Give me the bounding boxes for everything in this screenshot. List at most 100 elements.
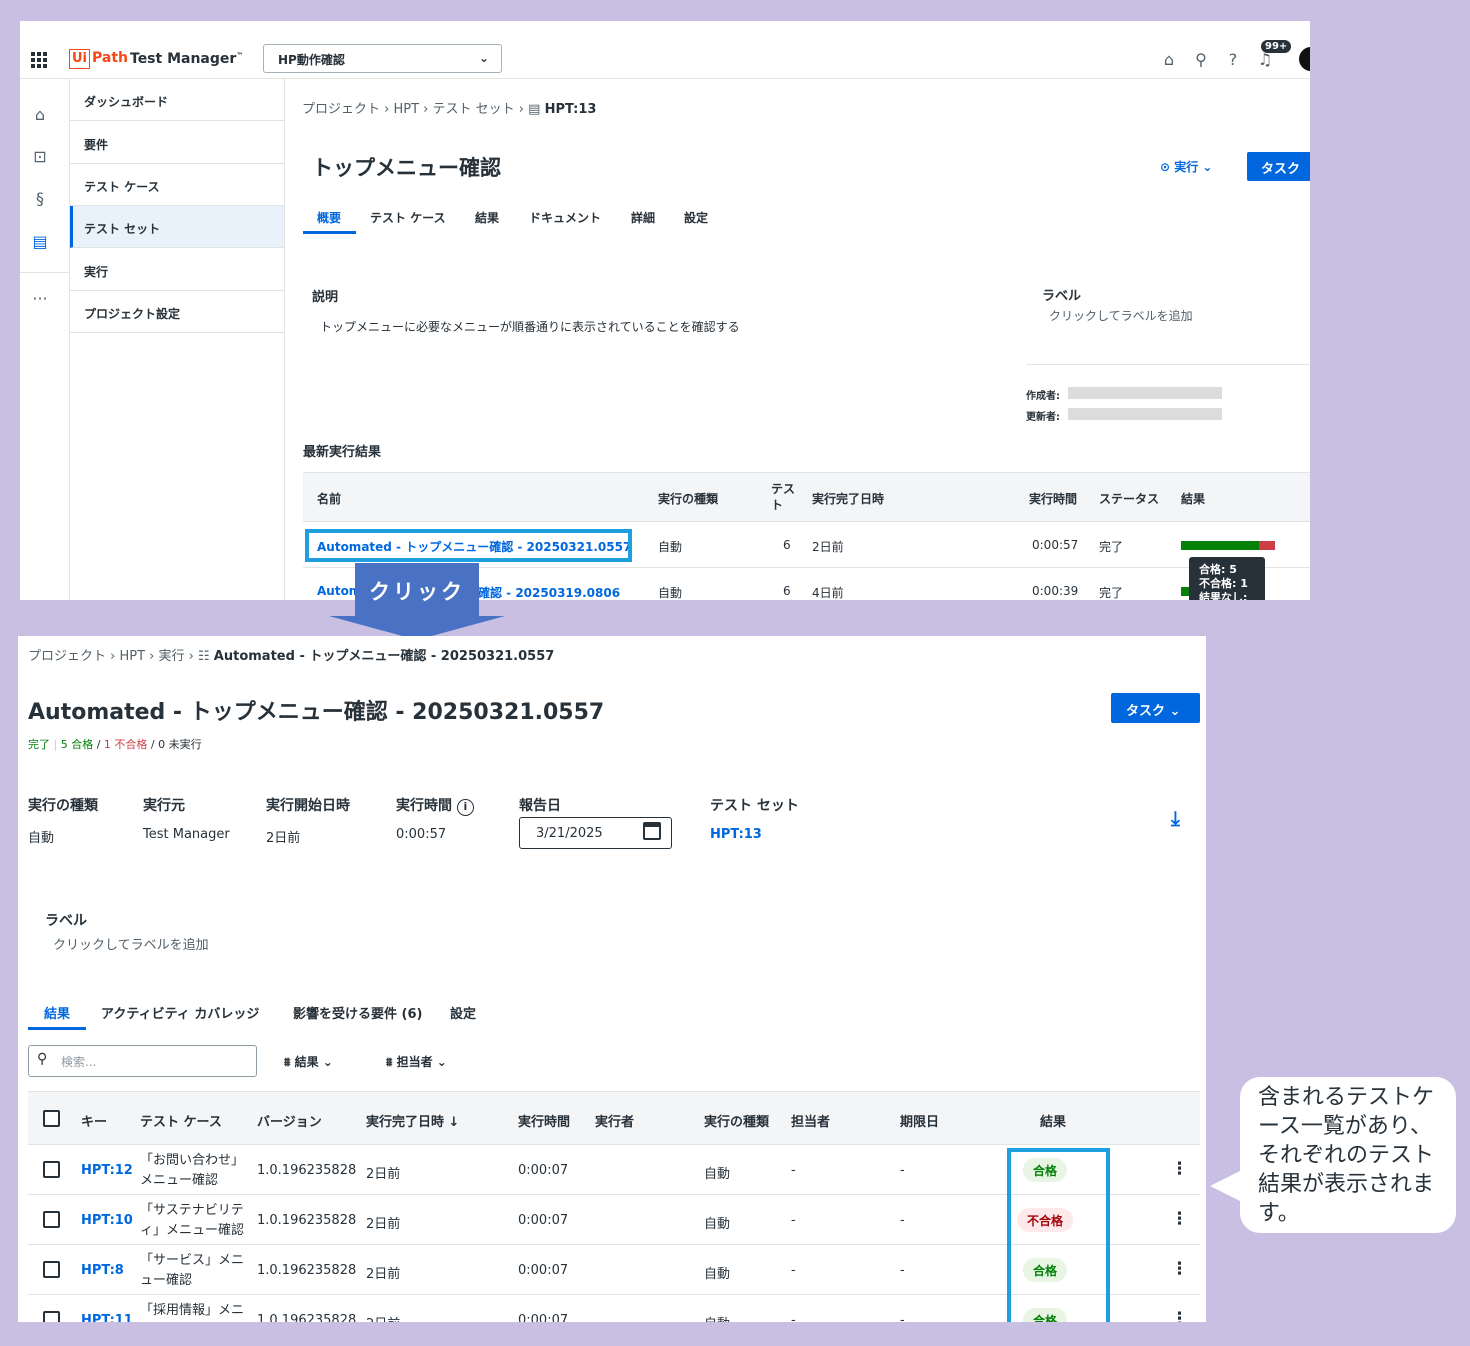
result-bar[interactable] — [1181, 541, 1275, 550]
app-launcher-icon[interactable] — [31, 52, 47, 68]
status-pass: 5 合格 — [60, 738, 94, 751]
breadcrumb-hpt[interactable]: HPT — [119, 649, 145, 664]
robot-icon[interactable]: ⊡ — [29, 146, 51, 168]
tab-settings[interactable]: 設定 — [684, 209, 708, 226]
search-icon[interactable]: ⚲ — [1191, 50, 1211, 70]
col-version[interactable]: バージョン — [257, 1111, 322, 1130]
sidebar-item-runs[interactable]: 実行 — [70, 249, 284, 291]
test-key-link[interactable]: HPT:12 — [81, 1163, 133, 1178]
col-finished[interactable]: 実行完了日時 ↓ — [366, 1111, 459, 1130]
tab-settings[interactable]: 設定 — [450, 1003, 476, 1022]
tab-activity-coverage[interactable]: アクティビティ カバレッジ — [101, 1003, 259, 1022]
kind: 自動 — [704, 1313, 730, 1322]
col-executor[interactable]: 実行者 — [595, 1111, 634, 1130]
col-kind[interactable]: 実行の種類 — [704, 1111, 769, 1130]
task-button[interactable]: タスク ⌄ — [1111, 693, 1200, 723]
col-status[interactable]: ステータス — [1099, 490, 1159, 507]
test-key-link[interactable]: HPT:11 — [81, 1313, 133, 1322]
duration: 0:00:07 — [518, 1163, 569, 1178]
row-checkbox[interactable] — [43, 1311, 60, 1322]
sidebar-item-test-cases[interactable]: テスト ケース — [70, 164, 284, 206]
version: 1.0.196235828 — [257, 1313, 357, 1322]
bell-icon[interactable]: ♫ — [1255, 50, 1275, 70]
col-tests[interactable]: テスト — [771, 481, 797, 513]
col-finished[interactable]: 実行完了日時 — [812, 490, 884, 507]
assignee: - — [791, 1263, 796, 1278]
tab-test-cases[interactable]: テスト ケース — [370, 209, 446, 226]
test-manager-icon[interactable]: ▤ — [29, 231, 51, 253]
rail-divider — [20, 272, 69, 273]
tooltip-fail: 不合格: 1 — [1199, 577, 1248, 590]
search-input[interactable]: ⚲ 検索... — [28, 1045, 257, 1077]
col-key[interactable]: キー — [81, 1111, 107, 1130]
run-name-link-tail[interactable]: -確認 - 20250319.0806 — [473, 584, 620, 600]
testset-link[interactable]: HPT:13 — [710, 827, 762, 842]
tab-results[interactable]: 結果 — [44, 1003, 70, 1022]
col-due[interactable]: 期限日 — [900, 1111, 939, 1130]
more-icon[interactable]: ··· — [29, 288, 51, 310]
sidebar-item-requirements[interactable]: 要件 — [70, 122, 284, 164]
col-duration[interactable]: 実行時間 — [1029, 490, 1077, 507]
row-menu-icon[interactable]: ⋮ — [1171, 1209, 1188, 1229]
col-name[interactable]: 名前 — [317, 490, 341, 507]
tab-results[interactable]: 結果 — [475, 209, 499, 226]
breadcrumb-hpt[interactable]: HPT — [393, 102, 419, 117]
project-select[interactable]: HP動作確認 ⌄ — [263, 44, 502, 73]
sidebar-item-dashboard[interactable]: ダッシュボード — [70, 79, 284, 121]
row-menu-icon[interactable]: ⋮ — [1171, 1309, 1188, 1322]
add-label-link[interactable]: クリックしてラベルを追加 — [53, 934, 209, 953]
due-date: - — [900, 1213, 905, 1228]
status-not-run: 0 未実行 — [158, 738, 202, 751]
table-header: 名前 実行の種類 テスト 実行完了日時 実行時間 ステータス 結果 — [303, 472, 1310, 522]
col-kind[interactable]: 実行の種類 — [658, 490, 718, 507]
report-date-field[interactable]: 3/21/2025 — [519, 817, 672, 849]
breadcrumb-current: HPT:13 — [544, 102, 597, 117]
calendar-icon[interactable] — [643, 822, 661, 840]
select-all-checkbox[interactable] — [43, 1110, 60, 1127]
tab-documents[interactable]: ドキュメント — [529, 209, 601, 226]
col-assignee[interactable]: 担当者 — [791, 1111, 830, 1130]
finished: 2日前 — [366, 1217, 401, 1232]
row-checkbox[interactable] — [43, 1161, 60, 1178]
tab-affected-requirements[interactable]: 影響を受ける要件 (6) — [293, 1003, 422, 1022]
col-duration[interactable]: 実行時間 — [518, 1111, 570, 1130]
run-status: 完了 — [1099, 586, 1124, 600]
tab-overview[interactable]: 概要 — [317, 209, 341, 226]
result-bar[interactable] — [1181, 587, 1189, 596]
orchestrator-icon[interactable]: § — [29, 188, 51, 210]
test-key-link[interactable]: HPT:10 — [81, 1213, 133, 1228]
breadcrumb-runs[interactable]: 実行 — [159, 649, 185, 664]
breadcrumb-project[interactable]: プロジェクト — [302, 102, 380, 117]
sidebar-item-test-sets[interactable]: テスト セット — [70, 206, 284, 248]
highlight-box — [305, 529, 632, 562]
assignee: - — [791, 1163, 796, 1178]
kind-label: 実行の種類 — [28, 798, 98, 814]
filter-assignee-button[interactable]: ⩩ 担当者 ⌄ — [386, 1053, 447, 1070]
row-menu-icon[interactable]: ⋮ — [1171, 1159, 1188, 1179]
row-checkbox[interactable] — [43, 1261, 60, 1278]
test-key-link[interactable]: HPT:8 — [81, 1263, 124, 1278]
info-icon[interactable]: i — [456, 799, 474, 816]
assignee: - — [791, 1313, 796, 1322]
breadcrumb-project[interactable]: プロジェクト — [28, 649, 106, 664]
col-test-case[interactable]: テスト ケース — [140, 1111, 222, 1130]
add-label-link[interactable]: クリックしてラベルを追加 — [1049, 307, 1193, 324]
avatar[interactable] — [1299, 47, 1310, 71]
filter-result-button[interactable]: ⩩ 結果 ⌄ — [284, 1053, 333, 1070]
sidebar-item-project-settings[interactable]: プロジェクト設定 — [70, 291, 284, 333]
col-result[interactable]: 結果 — [1040, 1111, 1066, 1130]
run-button[interactable]: ⊙ 実行 ⌄ — [1160, 158, 1212, 175]
breadcrumb-test-sets[interactable]: テスト セット — [433, 102, 515, 117]
tab-details[interactable]: 詳細 — [631, 209, 655, 226]
row-checkbox[interactable] — [43, 1211, 60, 1228]
due-date: - — [900, 1163, 905, 1178]
home-icon[interactable]: ⌂ — [29, 104, 51, 126]
page-title: Automated - トップメニュー確認 - 20250321.0557 — [28, 700, 605, 725]
row-menu-icon[interactable]: ⋮ — [1171, 1259, 1188, 1279]
building-icon[interactable]: ⌂ — [1159, 50, 1179, 70]
task-button[interactable]: タスク — [1247, 152, 1310, 181]
description-text[interactable]: トップメニューに必要なメニューが順番通りに表示されていることを確認する — [320, 318, 740, 335]
help-icon[interactable]: ? — [1223, 50, 1243, 70]
col-result[interactable]: 結果 — [1181, 490, 1205, 507]
download-icon[interactable]: ⤓ — [1171, 806, 1180, 830]
